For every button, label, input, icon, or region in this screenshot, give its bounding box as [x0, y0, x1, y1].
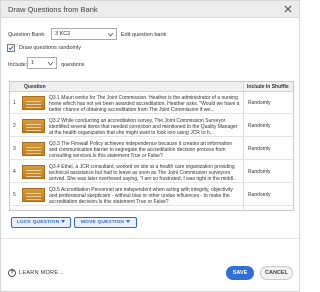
shuffle-value: Randomly — [248, 169, 271, 175]
close-icon[interactable] — [283, 4, 293, 14]
dialog-title: Draw Questions from Bank — [8, 5, 98, 14]
question-bank-value: 3 KC2 — [55, 31, 71, 37]
dialog-titlebar: Draw Questions from Bank — [1, 1, 299, 18]
question-thumbnail — [22, 96, 45, 110]
caret-down-icon — [61, 220, 66, 224]
chevron-down-icon — [48, 62, 53, 66]
move-question-label: MOVE QUESTION — [80, 220, 125, 225]
include-label: Include: — [8, 62, 28, 68]
edit-question-bank-link[interactable]: Edit question bank — [121, 32, 166, 38]
question-thumbnail — [22, 142, 45, 156]
column-header-question[interactable]: Question — [24, 84, 46, 90]
cancel-button[interactable]: CANCEL — [260, 266, 293, 280]
question-text: Q3.1 Mauri works for The Joint Commissio… — [49, 95, 240, 113]
question-bank-select[interactable]: 3 KC2 — [51, 28, 117, 40]
include-count-value: 1 — [31, 60, 35, 66]
question-text: Q3.4 Ethel, a JCR consultant, worked on … — [49, 164, 238, 182]
shuffle-value: Randomly — [248, 100, 271, 106]
table-row[interactable]: 2 Q3.2 While conducting an accreditation… — [10, 115, 293, 137]
include-count-select[interactable]: 1 — [27, 57, 57, 69]
table-row[interactable]: 5 Q3.5 Accreditation Personnel are indep… — [10, 184, 293, 206]
move-question-button[interactable]: MOVE QUESTION — [74, 217, 137, 228]
question-thumbnail — [22, 188, 45, 202]
caret-down-icon — [126, 220, 131, 224]
question-text: Q3.5 Accreditation Personnel are indepen… — [49, 187, 233, 205]
shuffle-value: Randomly — [248, 146, 271, 152]
include-suffix: questions — [61, 62, 85, 68]
shuffle-value: Randomly — [248, 123, 271, 129]
shuffle-value: Randomly — [248, 192, 271, 198]
table-row[interactable]: 4 Q3.4 Ethel, a JCR consultant, worked o… — [10, 161, 293, 183]
row-number: 3 — [13, 146, 16, 152]
column-header-shuffle[interactable]: Include In Shuffle — [247, 84, 289, 90]
question-text: Q3.3 The Firewall Policy achieves indepe… — [49, 141, 233, 159]
draw-randomly-checkbox[interactable] — [7, 44, 15, 52]
chevron-down-icon — [108, 33, 113, 37]
lock-question-button[interactable]: LOCK QUESTION — [11, 217, 71, 228]
questions-table: Question Include In Shuffle 1 Q3.1 Mauri… — [9, 81, 294, 211]
table-header: Question Include In Shuffle — [10, 82, 293, 92]
lock-question-label: LOCK QUESTION — [16, 220, 60, 225]
table-row[interactable]: 1 Q3.1 Mauri works for The Joint Commiss… — [10, 92, 293, 114]
learn-more-label: LEARN MORE... — [19, 270, 64, 276]
checkmark-icon — [8, 45, 14, 51]
save-button[interactable]: SAVE — [226, 266, 254, 280]
row-number: 4 — [13, 169, 16, 175]
draw-randomly-label: Draw questions randomly — [19, 45, 82, 51]
question-text: Q3.2 While conducting an accreditation s… — [49, 118, 238, 136]
table-row[interactable]: 3 Q3.3 The Firewall Policy achieves inde… — [10, 138, 293, 160]
question-bank-label: Question Bank: — [8, 32, 46, 38]
footer-divider — [1, 238, 299, 239]
question-thumbnail — [22, 165, 45, 179]
row-number: 2 — [13, 123, 16, 129]
draw-questions-dialog: Draw Questions from Bank Question Bank: … — [0, 0, 300, 292]
question-thumbnail — [22, 119, 45, 133]
row-number: 5 — [13, 192, 16, 198]
info-icon: ? — [8, 269, 16, 277]
row-number: 1 — [13, 100, 16, 106]
